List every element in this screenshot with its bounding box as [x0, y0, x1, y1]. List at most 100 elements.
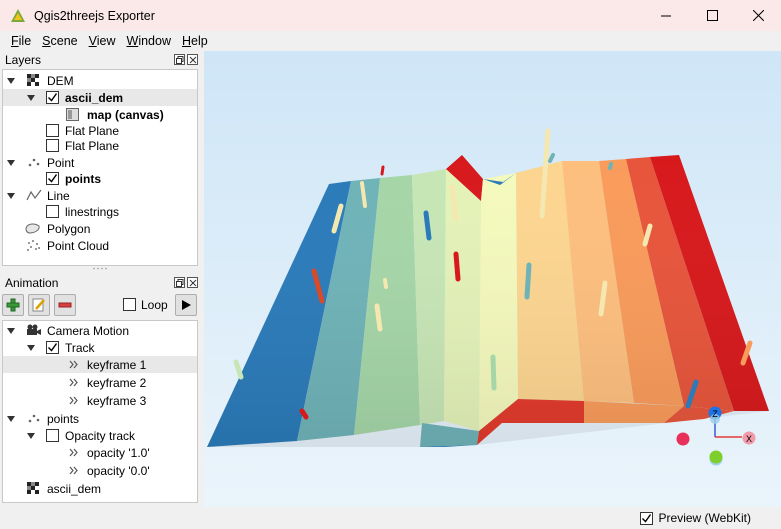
opacity-keyframe-item[interactable]: opacity '1.0'	[3, 444, 197, 461]
anim-item-label: Camera Motion	[47, 323, 130, 338]
play-icon	[182, 300, 191, 310]
pillar	[299, 408, 309, 420]
menu-window[interactable]: Window	[122, 34, 176, 48]
camera-icon	[27, 324, 41, 335]
animation-panel-header: Animation	[0, 274, 202, 292]
expand-arrow-icon[interactable]	[6, 158, 16, 168]
layer-checkbox[interactable]	[46, 124, 59, 137]
anim-item-label: keyframe 2	[87, 375, 147, 390]
points-anim-item[interactable]: points	[3, 410, 197, 427]
terrain-surface	[207, 155, 769, 447]
menu-file[interactable]: File	[6, 34, 36, 48]
layer-group-line[interactable]: Line	[3, 187, 197, 204]
pillar	[524, 262, 532, 300]
close-icon	[752, 10, 764, 21]
layer-linestrings[interactable]: linestrings	[3, 203, 197, 220]
opacity-track-checkbox[interactable]	[46, 429, 59, 442]
map-canvas-icon	[66, 108, 79, 121]
layer-label: linestrings	[65, 204, 120, 219]
keyframe-item[interactable]: keyframe 3	[3, 392, 197, 409]
track-checkbox[interactable]	[46, 341, 59, 354]
anim-item-label: Track	[65, 340, 95, 355]
keyframe-item[interactable]: keyframe 2	[3, 374, 197, 391]
expand-arrow-icon[interactable]	[26, 431, 36, 441]
layer-flat-plane[interactable]: Flat Plane	[3, 137, 197, 154]
layer-group-point-cloud[interactable]: Point Cloud	[3, 237, 197, 254]
layer-checkbox[interactable]	[46, 139, 59, 152]
layer-group-point[interactable]: Point	[3, 154, 197, 171]
close-button[interactable]	[735, 0, 781, 31]
layer-group-polygon[interactable]: Polygon	[3, 220, 197, 237]
expand-arrow-icon[interactable]	[26, 343, 36, 353]
minimize-button[interactable]	[643, 0, 689, 31]
layer-points[interactable]: points	[3, 170, 197, 187]
menu-scene[interactable]: Scene	[37, 34, 82, 48]
track-item[interactable]: Track	[3, 339, 197, 356]
float-icon[interactable]	[174, 54, 185, 65]
preview-checkbox[interactable]	[639, 511, 653, 525]
menu-help[interactable]: Help	[177, 34, 213, 48]
maximize-button[interactable]	[689, 0, 735, 31]
ascii-dem-anim-item[interactable]: ascii_dem	[3, 480, 197, 497]
loop-label: Loop	[141, 298, 168, 312]
layer-checkbox[interactable]	[46, 172, 59, 185]
play-button[interactable]	[175, 294, 197, 316]
add-keyframe-button[interactable]	[2, 294, 24, 316]
menu-view[interactable]: View	[84, 34, 121, 48]
point-cloud-icon	[27, 240, 40, 251]
point-icon	[28, 414, 40, 423]
keyframe-item[interactable]: keyframe 1	[3, 356, 197, 373]
expand-arrow-icon[interactable]	[6, 326, 16, 336]
remove-keyframe-button[interactable]	[54, 294, 76, 316]
pillar	[608, 162, 613, 170]
pillar	[380, 165, 385, 176]
close-panel-icon[interactable]	[187, 54, 198, 65]
anim-item-label: opacity '1.0'	[87, 445, 150, 460]
camera-motion-item[interactable]: Camera Motion	[3, 322, 197, 339]
pillar	[548, 153, 555, 163]
pillar	[233, 359, 244, 380]
animation-panel-title: Animation	[5, 276, 59, 290]
axis-y	[709, 450, 723, 464]
edit-keyframe-button[interactable]	[28, 294, 50, 316]
layers-panel-title: Layers	[5, 53, 42, 67]
opacity-track-item[interactable]: Opacity track	[3, 427, 197, 444]
window-title: Qgis2threejs Exporter	[34, 8, 155, 23]
3d-viewer[interactable]: Z X	[204, 51, 781, 507]
pillar	[423, 210, 432, 241]
layer-ascii-dem[interactable]: ascii_dem	[3, 89, 197, 106]
opacity-keyframe-item[interactable]: opacity '0.0'	[3, 462, 197, 479]
axis-y-neg	[676, 432, 690, 446]
raster-icon	[27, 74, 39, 86]
layers-tree: DEM ascii_dem map (canvas) Flat Plane Fl…	[2, 69, 198, 266]
remove-icon	[58, 302, 72, 308]
layer-checkbox[interactable]	[46, 205, 59, 218]
preview-toggle[interactable]: Preview (WebKit)	[639, 511, 751, 525]
title-bar: Qgis2threejs Exporter	[0, 0, 781, 31]
anim-item-label: Opacity track	[65, 428, 136, 443]
layer-group-dem[interactable]: DEM	[3, 72, 197, 89]
status-bar: Preview (WebKit)	[0, 507, 781, 529]
splitter-handle[interactable]	[92, 267, 108, 270]
layer-label: Flat Plane	[65, 138, 120, 153]
layer-label: ascii_dem	[65, 90, 124, 105]
expand-arrow-icon[interactable]	[26, 93, 36, 103]
anim-item-label: keyframe 1	[87, 357, 147, 372]
expand-arrow-icon[interactable]	[6, 414, 16, 424]
float-icon[interactable]	[174, 277, 185, 288]
layer-label: Line	[47, 188, 70, 203]
qgis-logo-icon	[11, 8, 25, 22]
expand-arrow-icon[interactable]	[6, 191, 16, 201]
preview-label: Preview (WebKit)	[658, 511, 751, 525]
anim-item-label: keyframe 3	[87, 393, 147, 408]
pillar	[490, 354, 497, 391]
layer-map-canvas[interactable]: map (canvas)	[3, 106, 197, 123]
check-icon	[641, 513, 651, 523]
keyframe-icon	[69, 396, 78, 405]
anim-item-label: opacity '0.0'	[87, 463, 150, 478]
expand-arrow-icon[interactable]	[6, 76, 16, 86]
loop-checkbox[interactable]	[123, 298, 136, 311]
line-icon	[26, 189, 42, 201]
layer-checkbox[interactable]	[46, 91, 59, 104]
close-panel-icon[interactable]	[187, 277, 198, 288]
